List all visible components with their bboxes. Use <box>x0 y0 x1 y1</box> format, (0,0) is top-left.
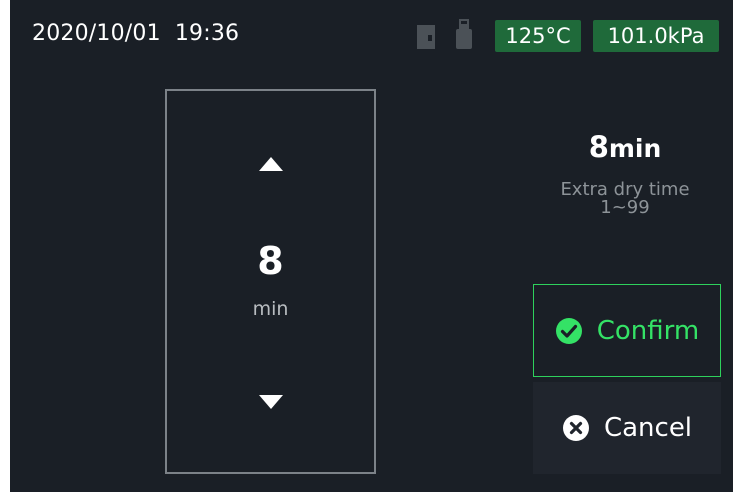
status-date: 2020/10/01 <box>32 21 161 46</box>
device-screen: 2020/10/01 19:36 125°C 101.0kPa 8 min 8mi… <box>10 0 733 492</box>
picker-value: 8 <box>257 239 284 283</box>
summary-range: 1~99 <box>600 197 650 218</box>
confirm-label: Confirm <box>596 315 700 346</box>
cancel-button[interactable]: Cancel <box>533 382 721 474</box>
picker-unit: min <box>252 298 289 320</box>
summary-unit: min <box>608 134 662 163</box>
time-picker: 8 min <box>165 89 376 474</box>
increment-arrow-icon[interactable] <box>259 157 283 171</box>
summary-value: 8min <box>530 130 720 164</box>
summary-description: Extra dry time 1~99 <box>530 181 720 217</box>
temperature-badge: 125°C <box>495 20 581 52</box>
status-time: 19:36 <box>174 21 240 46</box>
status-datetime: 2020/10/01 19:36 <box>32 21 239 46</box>
check-circle-icon <box>555 317 582 344</box>
sd-card-icon <box>417 25 435 49</box>
confirm-button[interactable]: Confirm <box>533 284 721 377</box>
pressure-badge: 101.0kPa <box>593 20 719 52</box>
usb-drive-icon <box>456 19 472 49</box>
close-circle-icon <box>562 415 589 441</box>
decrement-arrow-icon[interactable] <box>259 395 283 409</box>
cancel-label: Cancel <box>603 413 693 443</box>
summary-number: 8 <box>588 130 609 164</box>
